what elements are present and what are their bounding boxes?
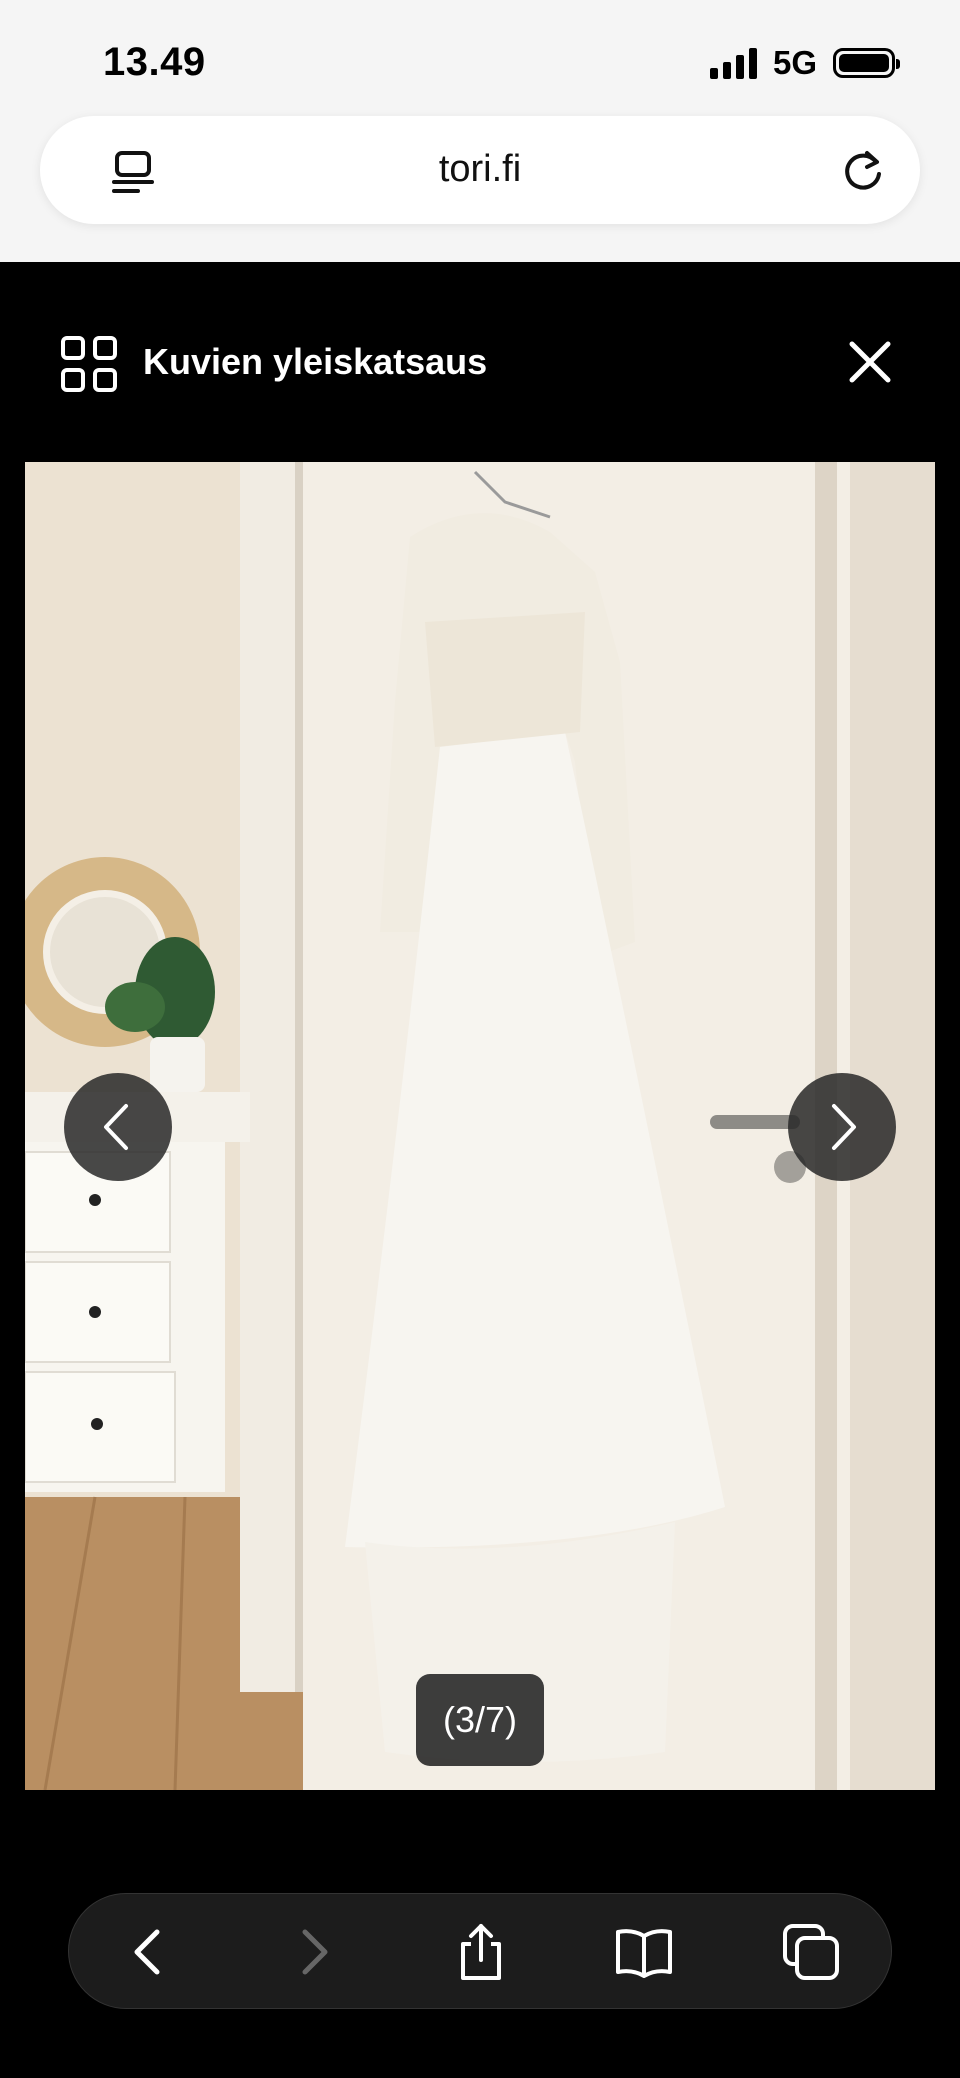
status-time: 13.49 xyxy=(103,40,206,84)
image-counter: (3/7) xyxy=(416,1674,544,1766)
status-indicators: 5G xyxy=(709,44,900,82)
address-bar[interactable]: tori.fi xyxy=(40,116,920,224)
previous-image-button[interactable] xyxy=(64,1073,172,1181)
back-icon[interactable] xyxy=(119,1922,179,1982)
network-label: 5G xyxy=(772,44,817,81)
browser-chrome-top: 13.49 5G tori.fi xyxy=(0,0,960,262)
browser-toolbar xyxy=(68,1893,892,2009)
bookmarks-icon[interactable] xyxy=(614,1922,674,1982)
chevron-right-icon xyxy=(832,1104,856,1150)
share-icon[interactable] xyxy=(451,1922,511,1982)
url-text[interactable]: tori.fi xyxy=(40,148,920,191)
tabs-icon[interactable] xyxy=(781,1922,841,1982)
image-overview-link[interactable]: Kuvien yleiskatsaus xyxy=(143,341,487,383)
signal-icon xyxy=(709,47,757,79)
next-image-button[interactable] xyxy=(788,1073,896,1181)
grid-icon[interactable] xyxy=(60,335,118,393)
chevron-left-icon xyxy=(104,1104,128,1150)
gallery-header: Kuvien yleiskatsaus xyxy=(0,262,960,462)
close-icon[interactable] xyxy=(840,332,900,392)
battery-icon xyxy=(833,48,900,78)
forward-icon[interactable] xyxy=(283,1922,343,1982)
reload-icon[interactable] xyxy=(840,148,886,194)
